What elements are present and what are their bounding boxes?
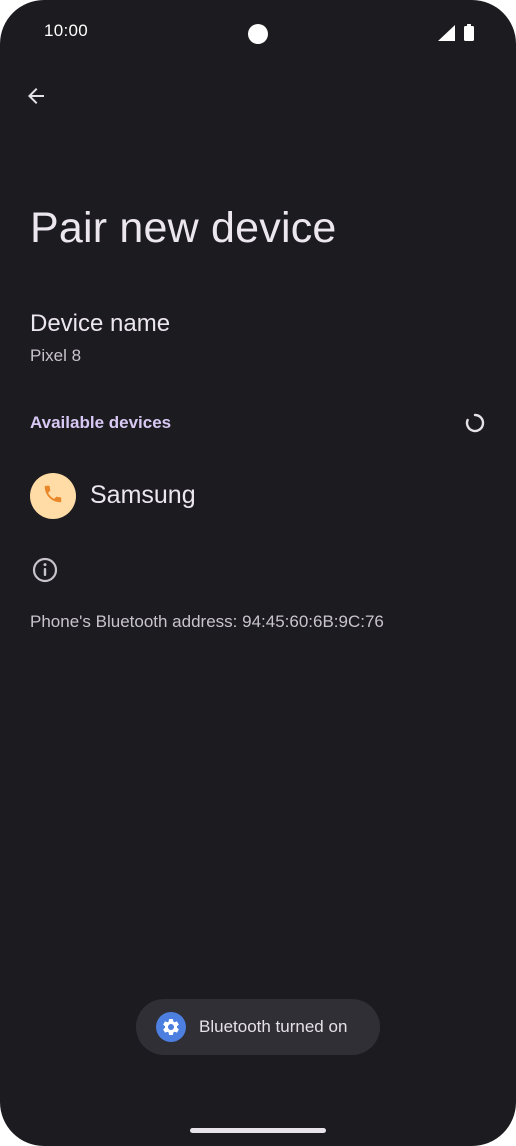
device-label: Samsung: [90, 481, 196, 509]
status-icons: [438, 24, 474, 46]
phone-screen: 10:00 Pair new device Device name Pixel …: [0, 0, 516, 1146]
device-list-item[interactable]: Samsung: [0, 460, 516, 532]
device-name-title: Device name: [30, 310, 171, 337]
camera-cutout: [248, 24, 268, 44]
status-time: 10:00: [44, 21, 89, 40]
settings-gear-icon: [156, 1012, 186, 1042]
battery-icon: [464, 24, 474, 46]
arrow-back-icon: [24, 84, 48, 113]
device-name-value: Pixel 8: [30, 346, 82, 365]
device-name-setting[interactable]: Device name Pixel 8: [0, 300, 516, 380]
info-icon: [31, 556, 59, 584]
spinner-icon: [464, 412, 486, 434]
back-button[interactable]: [18, 80, 54, 116]
signal-icon: [438, 24, 455, 46]
gesture-navigation-bar[interactable]: [190, 1128, 326, 1133]
available-devices-header: Available devices: [30, 413, 172, 432]
device-avatar: [30, 473, 76, 519]
phone-icon: [42, 483, 64, 510]
page-title: Pair new device: [30, 204, 337, 252]
bluetooth-address: Phone's Bluetooth address: 94:45:60:6B:9…: [30, 612, 384, 631]
toast-text: Bluetooth turned on: [199, 1017, 348, 1036]
toast: Bluetooth turned on: [136, 999, 380, 1055]
